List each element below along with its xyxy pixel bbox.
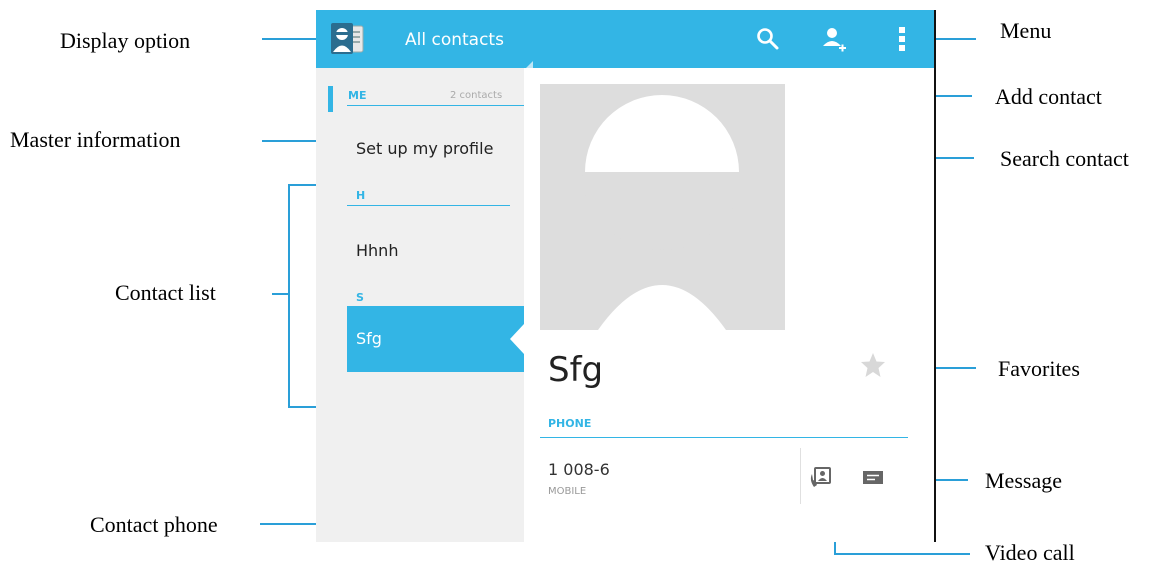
contact-item-hhnh[interactable]: Hhnh: [356, 241, 398, 260]
avatar-placeholder: [540, 84, 785, 330]
section-header-h: H: [356, 189, 366, 202]
display-option-dropdown[interactable]: All contacts: [405, 30, 504, 50]
favorite-star-icon[interactable]: [860, 352, 886, 382]
phone-type-label: MOBILE: [548, 486, 587, 497]
phone-section-divider: [540, 437, 908, 438]
selection-pointer-icon: [510, 324, 524, 358]
overflow-menu-icon[interactable]: [898, 26, 906, 56]
scroll-indicator: [328, 86, 333, 112]
phone-section-header: PHONE: [548, 417, 592, 430]
video-call-icon[interactable]: [808, 466, 832, 494]
section-divider-h: [347, 205, 510, 206]
phone-screen: All contacts ME 2 contacts Set up my pro…: [316, 10, 934, 542]
annotation-master-information: Master information: [10, 127, 181, 152]
screen-right-edge: [934, 10, 936, 542]
callout-bracket-contact-list: [288, 184, 290, 408]
annotation-menu: Menu: [1000, 18, 1052, 43]
action-bar: All contacts: [316, 10, 934, 69]
annotation-search-contact: Search contact: [1000, 146, 1129, 171]
search-icon[interactable]: [756, 27, 780, 55]
contact-detail-pane: Sfg PHONE 1 008-6 MOBILE: [510, 68, 934, 542]
message-icon[interactable]: [862, 469, 884, 491]
me-contact-count: 2 contacts: [450, 90, 503, 101]
set-up-profile-item[interactable]: Set up my profile: [356, 139, 493, 158]
callout-bracket-contact-list-stub: [272, 293, 290, 295]
annotation-add-contact: Add contact: [995, 84, 1102, 109]
action-divider: [800, 448, 801, 504]
annotation-display-option: Display option: [60, 28, 191, 53]
annotation-video-call: Video call: [985, 540, 1075, 565]
section-header-me: ME: [348, 89, 367, 102]
add-contact-icon[interactable]: [822, 26, 848, 56]
section-divider-me: [347, 105, 524, 106]
section-header-s: S: [356, 291, 364, 304]
contact-item-sfg-selected[interactable]: Sfg: [347, 306, 524, 372]
callout-line-video-call: [834, 553, 970, 555]
annotation-message: Message: [985, 468, 1062, 493]
annotation-favorites: Favorites: [998, 356, 1080, 381]
contact-list-pane[interactable]: ME 2 contacts Set up my profile H Hhnh S…: [316, 68, 524, 542]
annotation-contact-phone: Contact phone: [90, 512, 218, 537]
contact-name: Sfg: [548, 350, 604, 390]
phone-number[interactable]: 1 008-6: [548, 460, 610, 479]
annotation-contact-list: Contact list: [115, 280, 216, 305]
selected-contact-label: Sfg: [356, 329, 382, 348]
contacts-app-icon[interactable]: [330, 22, 366, 56]
